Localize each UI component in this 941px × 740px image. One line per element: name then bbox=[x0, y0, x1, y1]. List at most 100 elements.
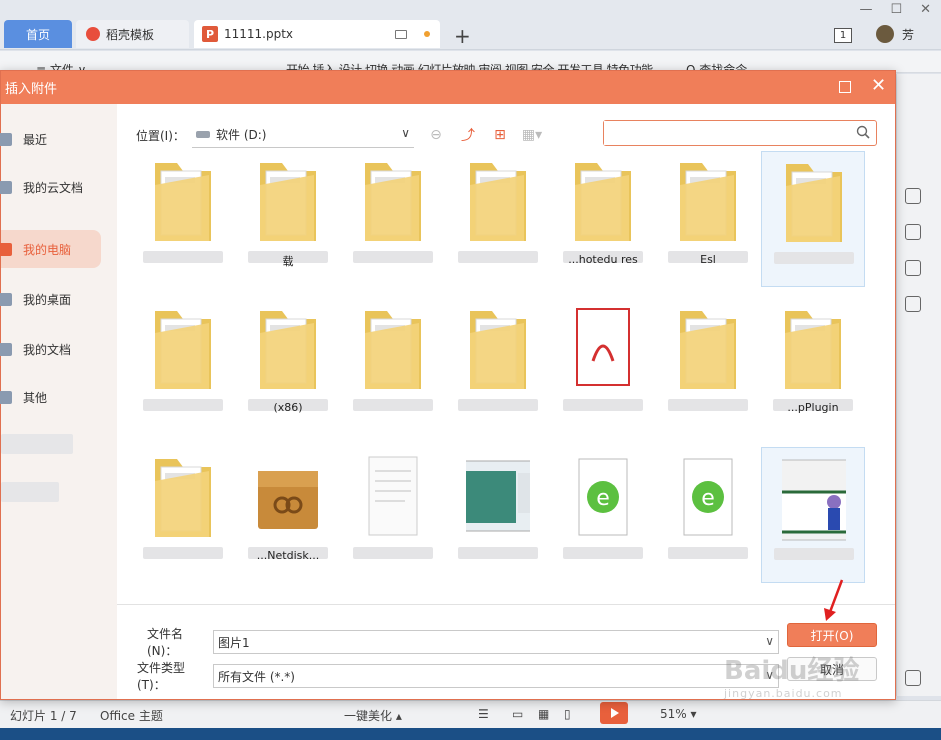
normal-view-icon[interactable]: ▭ bbox=[512, 707, 523, 721]
settings-sliders-icon[interactable] bbox=[905, 188, 921, 204]
chevron-down-icon[interactable]: ∨ bbox=[765, 634, 774, 648]
folder-icon bbox=[365, 163, 421, 241]
beautify-button[interactable]: 一键美化 ▴ bbox=[344, 707, 402, 724]
search-icon[interactable] bbox=[856, 125, 870, 139]
blurred-file-label bbox=[353, 251, 433, 263]
sorter-view-icon[interactable]: ▦ bbox=[538, 707, 549, 721]
dialog-sidebar: 最近 我的云文档 我的电脑 我的桌面 我的文档 其他 bbox=[0, 104, 117, 699]
folder-icon bbox=[680, 311, 736, 389]
location-row: 位置(I)： 软件 (D:) ∨ ⊖ ⤴ ⊞ ▦▾ bbox=[136, 121, 542, 149]
file-item[interactable] bbox=[131, 447, 235, 583]
sidebar-item-label: 我的文档 bbox=[23, 342, 72, 357]
svg-text:e: e bbox=[596, 486, 610, 511]
file-item[interactable]: ...Netdisk... bbox=[236, 447, 340, 583]
close-icon[interactable]: ✕ bbox=[871, 75, 886, 96]
dialog-title-bar: 插入附件 ✕ bbox=[1, 71, 895, 104]
presentation-icon: P bbox=[202, 26, 218, 42]
sidebar-item-computer[interactable]: 我的电脑 bbox=[0, 230, 101, 268]
folder-icon bbox=[155, 459, 211, 537]
insert-attachment-dialog: 插入附件 ✕ 最近 我的云文档 我的电脑 我的桌面 我的文档 其他 位置(I)：… bbox=[0, 70, 896, 700]
blurred-file-label bbox=[353, 547, 433, 559]
sidebar-item-recent[interactable]: 最近 bbox=[0, 120, 101, 158]
location-dropdown[interactable]: 软件 (D:) ∨ bbox=[192, 122, 414, 148]
search-box[interactable] bbox=[603, 120, 877, 146]
sidebar-item-label: 最近 bbox=[23, 132, 48, 147]
picture-icon bbox=[782, 459, 846, 541]
file-item[interactable]: e bbox=[551, 447, 655, 583]
folder-icon bbox=[575, 163, 631, 241]
notes-icon[interactable]: ☰ bbox=[478, 707, 489, 721]
maximize-icon[interactable]: ☐ bbox=[890, 2, 902, 17]
search-input[interactable] bbox=[604, 121, 844, 145]
folder-icon bbox=[0, 342, 12, 356]
file-item[interactable]: Esl bbox=[656, 151, 760, 287]
file-item[interactable] bbox=[131, 299, 235, 435]
user-name[interactable]: 芳 bbox=[902, 26, 914, 43]
file-item[interactable] bbox=[761, 151, 865, 287]
blurred-file-label bbox=[143, 251, 223, 263]
avatar[interactable] bbox=[876, 25, 894, 43]
file-item[interactable] bbox=[446, 299, 550, 435]
file-item-label: ...Netdisk... bbox=[256, 549, 320, 562]
file-item[interactable] bbox=[446, 447, 550, 583]
back-icon[interactable]: ⊖ bbox=[426, 126, 446, 144]
tab-document-label: 11111.pptx bbox=[224, 27, 294, 41]
zoom-level[interactable]: 51% ▾ bbox=[660, 707, 697, 721]
filename-input[interactable]: 图片1 ∨ bbox=[213, 630, 779, 654]
file-item[interactable]: (x86) bbox=[236, 299, 340, 435]
blurred-file-label bbox=[458, 547, 538, 559]
sidebar-item-label: 其他 bbox=[23, 390, 48, 405]
window-count-badge[interactable]: 1 bbox=[834, 28, 852, 43]
folder-icon bbox=[470, 163, 526, 241]
monitor-icon[interactable] bbox=[395, 29, 408, 39]
sidebar-item-other[interactable]: 其他 bbox=[0, 378, 101, 416]
file-item[interactable] bbox=[656, 299, 760, 435]
slide-counter: 幻灯片 1 / 7 bbox=[10, 709, 77, 723]
minimize-icon[interactable]: — bbox=[859, 2, 872, 17]
blurred-file-label bbox=[458, 399, 538, 411]
open-button[interactable]: 打开(O) bbox=[787, 623, 877, 647]
up-folder-icon[interactable]: ⤴ bbox=[458, 126, 478, 144]
folder-icon bbox=[785, 311, 841, 389]
file-item[interactable] bbox=[551, 299, 655, 435]
tab-template-label: 稻壳模板 bbox=[106, 27, 155, 42]
close-icon[interactable]: ✕ bbox=[920, 2, 931, 17]
tab-home[interactable]: 首页 bbox=[4, 20, 72, 48]
file-item[interactable] bbox=[341, 299, 445, 435]
theme-name[interactable]: Office 主题 bbox=[100, 707, 163, 724]
maximize-icon[interactable] bbox=[839, 81, 851, 93]
new-folder-icon[interactable]: ⊞ bbox=[490, 126, 510, 144]
cube-icon[interactable] bbox=[905, 296, 921, 312]
file-item[interactable] bbox=[131, 151, 235, 287]
pin-icon[interactable] bbox=[905, 224, 921, 240]
view-mode-icon[interactable]: ▦▾ bbox=[522, 126, 542, 144]
file-item[interactable]: ...pPlugin bbox=[761, 299, 865, 435]
file-item[interactable] bbox=[341, 447, 445, 583]
cloud-icon bbox=[0, 180, 12, 194]
sidebar-item-label: 我的电脑 bbox=[23, 242, 72, 257]
unsaved-dot-icon bbox=[424, 31, 430, 37]
add-tab-button[interactable]: + bbox=[454, 24, 471, 48]
folder-icon bbox=[786, 164, 842, 242]
file-item[interactable]: ...hotedu res bbox=[551, 151, 655, 287]
tab-document[interactable]: P 11111.pptx bbox=[194, 20, 440, 48]
sidebar-item-documents[interactable]: 我的文档 bbox=[0, 330, 101, 368]
reading-view-icon[interactable]: ▯ bbox=[564, 707, 571, 721]
sidebar-item-desktop[interactable]: 我的桌面 bbox=[0, 280, 101, 318]
play-slideshow-button[interactable] bbox=[600, 702, 628, 724]
svg-text:e: e bbox=[701, 486, 715, 511]
filename-label: 文件名(N)： bbox=[147, 627, 184, 658]
file-item[interactable]: e bbox=[656, 447, 760, 583]
sidebar-item-cloud[interactable]: 我的云文档 bbox=[0, 168, 101, 206]
file-item[interactable] bbox=[446, 151, 550, 287]
transform-icon[interactable] bbox=[905, 260, 921, 276]
file-item[interactable]: 载 bbox=[236, 151, 340, 287]
dialog-title: 插入附件 bbox=[5, 82, 58, 97]
grid-view-icon[interactable] bbox=[905, 670, 921, 686]
filetype-select[interactable]: 所有文件 (*.*) ∨ bbox=[213, 664, 779, 688]
blurred-file-label bbox=[774, 252, 854, 264]
folder-icon bbox=[470, 311, 526, 389]
file-item[interactable] bbox=[761, 447, 865, 583]
tab-template[interactable]: 稻壳模板 bbox=[76, 20, 189, 48]
file-item[interactable] bbox=[341, 151, 445, 287]
